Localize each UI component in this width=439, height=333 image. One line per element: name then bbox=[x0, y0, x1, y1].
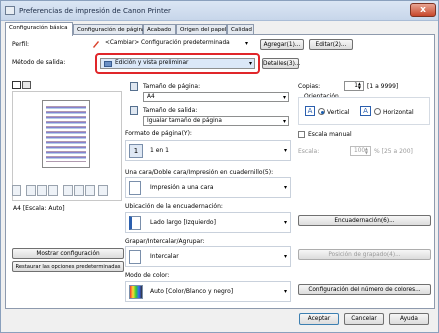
output-size-select[interactable]: Igualar tamaño de página ▾ bbox=[143, 116, 289, 126]
bind-icon bbox=[74, 185, 84, 196]
scale-label: Escala: bbox=[298, 148, 320, 155]
preview-icon-strip bbox=[12, 177, 122, 199]
page-layout-value: 1 en 1 bbox=[150, 147, 169, 154]
chevron-down-icon: ▾ bbox=[283, 147, 287, 154]
fold-icon bbox=[48, 185, 58, 196]
tray-icon bbox=[98, 185, 108, 196]
chevron-down-icon: ▾ bbox=[244, 40, 248, 47]
chevron-down-icon: ▾ bbox=[282, 118, 286, 125]
horizontal-radio[interactable] bbox=[374, 108, 381, 115]
page-layout-select[interactable]: 1 1 en 1 ▾ bbox=[125, 140, 291, 161]
stack-icon bbox=[12, 185, 21, 196]
book-icon bbox=[37, 185, 47, 196]
duplex-label: Una cara/Doble cara/Impresión en cuadern… bbox=[125, 169, 274, 176]
binding-button[interactable]: Encuadernación(6)... bbox=[298, 215, 431, 226]
color-mode-label: Modo de color: bbox=[125, 272, 170, 279]
preview-sheet bbox=[42, 100, 90, 168]
chevron-down-icon: ▾ bbox=[283, 219, 287, 226]
finishing-value: Intercalar bbox=[150, 253, 179, 260]
scale-range: % [25 a 200] bbox=[374, 148, 413, 155]
chevron-down-icon: ▾ bbox=[248, 60, 252, 67]
edit-profile-button[interactable]: Editar(2)... bbox=[309, 39, 353, 50]
color-mode-value: Auto [Color/Blanco y negro] bbox=[150, 288, 234, 295]
window-title: Preferencias de impresión de Canon Print… bbox=[19, 7, 171, 15]
profile-value: <Cambiar> Configuración predeterminada bbox=[105, 40, 230, 46]
chevron-down-icon: ▾ bbox=[283, 184, 287, 191]
chevron-down-icon: ▾ bbox=[282, 94, 286, 101]
color-mode-icon bbox=[129, 285, 143, 299]
punch-icon bbox=[63, 185, 73, 196]
output-method-value: Edición y vista preliminar bbox=[115, 60, 189, 66]
page-size-select[interactable]: A4 ▾ bbox=[143, 92, 289, 102]
finishing-select[interactable]: Intercalar ▾ bbox=[125, 246, 291, 267]
output-method-select[interactable]: Edición y vista preliminar ▾ bbox=[100, 58, 255, 69]
duplex-value: Impresión a una cara bbox=[150, 184, 214, 191]
page-size-icon bbox=[130, 82, 138, 91]
profile-label: Perfil: bbox=[12, 41, 30, 48]
finishing-label: Grapar/Intercalar/Agrupar: bbox=[125, 238, 205, 245]
title-bar: Preferencias de impresión de Canon Print… bbox=[1, 1, 438, 21]
collate-icon bbox=[129, 250, 141, 264]
page-size-label: Tamaño de página: bbox=[143, 83, 201, 90]
landscape-icon: A bbox=[360, 106, 371, 116]
chevron-down-icon: ▾ bbox=[283, 288, 287, 295]
page-layout-label: Formato de página(Y): bbox=[125, 130, 192, 137]
spinner-icon[interactable]: ▲ ▼ bbox=[365, 147, 368, 155]
output-method-label: Método de salida: bbox=[12, 59, 66, 66]
staple-position-button[interactable]: Posición de grapado(4)... bbox=[298, 249, 431, 260]
help-button[interactable]: Ayuda bbox=[389, 313, 429, 325]
color-count-settings-button[interactable]: Configuración del número de colores... bbox=[298, 284, 431, 295]
copies-label: Copias: bbox=[298, 83, 321, 90]
page-size-value: A4 bbox=[147, 94, 155, 100]
copies-input[interactable]: 1 ▲ ▼ bbox=[344, 81, 364, 91]
portrait-icon: A bbox=[305, 106, 315, 116]
scale-input[interactable]: 100 ▲ ▼ bbox=[350, 146, 371, 156]
preview-edit-icon bbox=[104, 61, 112, 67]
manual-scale-checkbox[interactable] bbox=[298, 131, 305, 138]
staple-icon bbox=[26, 185, 36, 196]
details-button[interactable]: Detalles(3)... bbox=[262, 58, 300, 69]
binding-left-icon bbox=[129, 216, 141, 230]
color-mode-select[interactable]: Auto [Color/Blanco y negro] ▾ bbox=[125, 281, 291, 302]
output-size-icon bbox=[130, 106, 138, 115]
sheet-icon bbox=[85, 185, 95, 196]
cancel-button[interactable]: Cancelar bbox=[344, 313, 384, 325]
basic-settings-panel: Perfil: <Cambiar> Configuración predeter… bbox=[5, 34, 435, 309]
spinner-icon[interactable]: ▲ ▼ bbox=[358, 82, 361, 90]
tab-basic[interactable]: Configuración básica bbox=[5, 22, 73, 36]
add-profile-button[interactable]: Agregar(1)... bbox=[260, 39, 304, 50]
layout-view-icon[interactable] bbox=[22, 81, 31, 89]
preview-content bbox=[46, 104, 86, 162]
horizontal-label: Horizontal bbox=[383, 109, 414, 116]
single-sided-icon bbox=[129, 181, 141, 195]
page-layout-icon: 1 bbox=[129, 144, 143, 158]
duplex-select[interactable]: Impresión a una cara ▾ bbox=[125, 177, 291, 198]
binding-select[interactable]: Lado largo [Izquierdo] ▾ bbox=[125, 212, 291, 233]
pencil-icon bbox=[92, 40, 100, 48]
ok-button[interactable]: Aceptar bbox=[299, 313, 339, 325]
output-size-label: Tamaño de salida: bbox=[143, 107, 198, 114]
close-button[interactable]: x bbox=[410, 3, 436, 17]
output-size-value: Igualar tamaño de página bbox=[147, 118, 222, 124]
printer-icon bbox=[5, 6, 15, 15]
preview-caption: A4 [Escala: Auto] bbox=[13, 205, 65, 212]
manual-scale-label: Escala manual bbox=[308, 131, 352, 138]
copies-range: [1 a 9999] bbox=[367, 83, 399, 90]
profile-select[interactable]: <Cambiar> Configuración predeterminada ▾ bbox=[102, 39, 250, 50]
restore-defaults-button[interactable]: Restaurar las opciones predeterminadas bbox=[12, 261, 124, 272]
scale-value: 100 bbox=[354, 148, 366, 154]
chevron-down-icon: ▾ bbox=[283, 253, 287, 260]
print-preferences-window: Preferencias de impresión de Canon Print… bbox=[0, 0, 439, 333]
binding-label: Ubicación de la encuadernación: bbox=[125, 203, 223, 210]
binding-value: Lado largo [Izquierdo] bbox=[150, 219, 216, 226]
vertical-label: Vertical bbox=[327, 109, 350, 116]
preview-icon[interactable] bbox=[12, 81, 21, 89]
show-settings-button[interactable]: Mostrar configuración bbox=[12, 248, 124, 259]
vertical-radio[interactable] bbox=[318, 108, 325, 115]
